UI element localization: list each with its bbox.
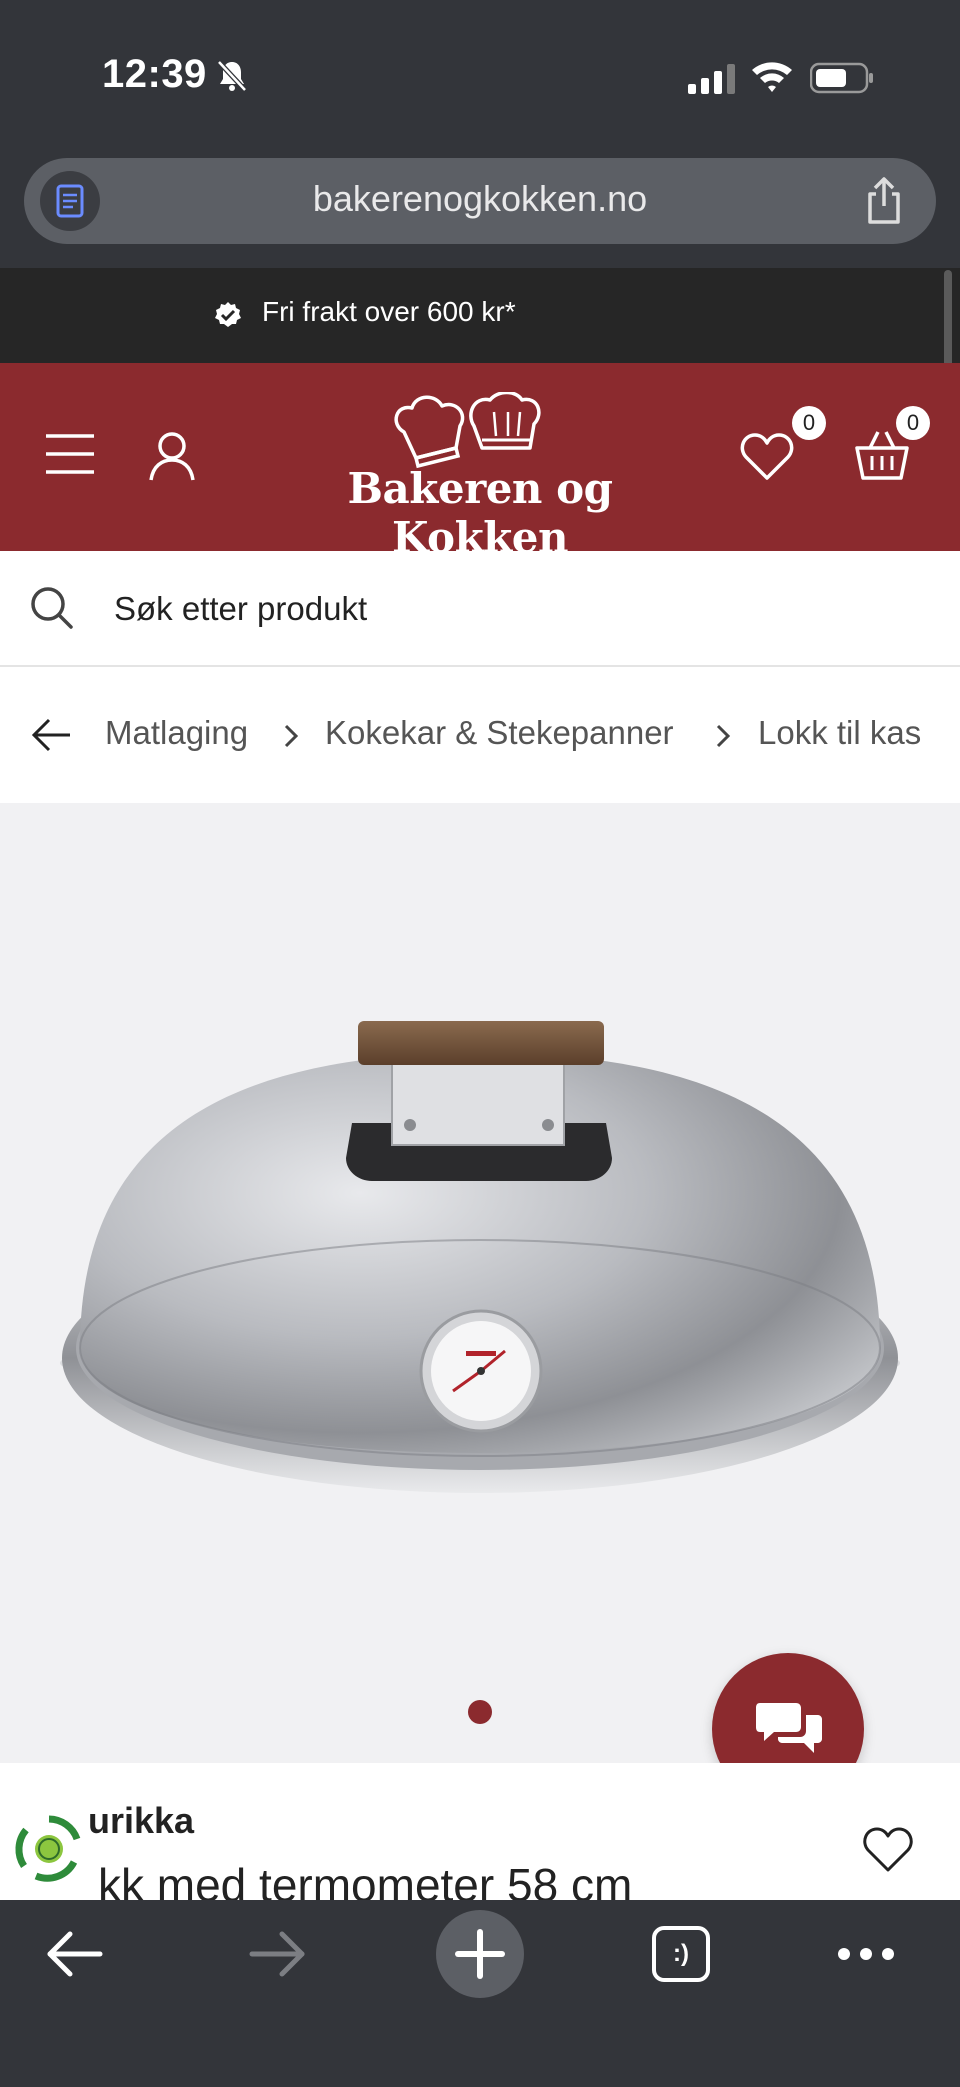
more-options-icon[interactable] [836, 1944, 896, 1964]
share-icon[interactable] [862, 176, 906, 226]
tab-switcher-button[interactable]: :) [652, 1926, 710, 1982]
browser-back-icon[interactable] [46, 1930, 104, 1978]
breadcrumb-item-kokekar[interactable]: Kokekar & Stekepanner [325, 714, 674, 752]
cart-count-badge: 0 [896, 406, 930, 440]
bell-muted-icon [217, 60, 247, 92]
eco-recycle-badge-icon[interactable] [14, 1814, 84, 1884]
breadcrumb-item-matlaging[interactable]: Matlaging [105, 714, 248, 752]
page: 12:39 bakerenogkokken.no Fri frakt over … [0, 0, 960, 2087]
hamburger-menu-icon[interactable] [44, 432, 96, 476]
address-bar[interactable]: bakerenogkokken.no [24, 158, 936, 244]
chevron-right-icon [716, 724, 731, 748]
chef-hats-icon [394, 392, 541, 469]
wishlist-heart-icon[interactable] [740, 432, 794, 482]
browser-forward-icon[interactable] [248, 1930, 306, 1978]
user-account-icon[interactable] [148, 430, 196, 482]
logo-text: Bakeren og Kokken [347, 464, 613, 562]
battery-icon [810, 62, 873, 94]
breadcrumb-item-lokk[interactable]: Lokk til kas [758, 714, 922, 752]
cellular-signal-icon [688, 64, 735, 94]
url-text[interactable]: bakerenogkokken.no [24, 178, 936, 220]
product-brand[interactable]: urikka [88, 1800, 194, 1842]
verified-check-icon [215, 302, 241, 327]
search-icon[interactable] [30, 586, 74, 630]
gallery-dot-active[interactable] [468, 1700, 492, 1724]
search-input[interactable]: Søk etter produkt [114, 590, 367, 628]
chevron-right-icon [284, 724, 299, 748]
product-image-lid-with-thermometer [60, 1021, 900, 1493]
wifi-icon [752, 62, 792, 92]
new-tab-button[interactable] [436, 1910, 524, 1998]
promo-text: Fri frakt over 600 kr* [262, 296, 516, 327]
chat-bubbles-icon [756, 1703, 822, 1753]
add-to-wishlist-heart-icon[interactable] [862, 1826, 914, 1874]
product-image-gallery[interactable] [0, 803, 960, 1763]
back-arrow-icon[interactable] [32, 718, 72, 752]
status-time: 12:39 [102, 52, 207, 96]
plus-icon [455, 1929, 505, 1979]
site-logo[interactable]: Bakeren og Kokken [290, 392, 670, 562]
wishlist-count-badge: 0 [792, 406, 826, 440]
